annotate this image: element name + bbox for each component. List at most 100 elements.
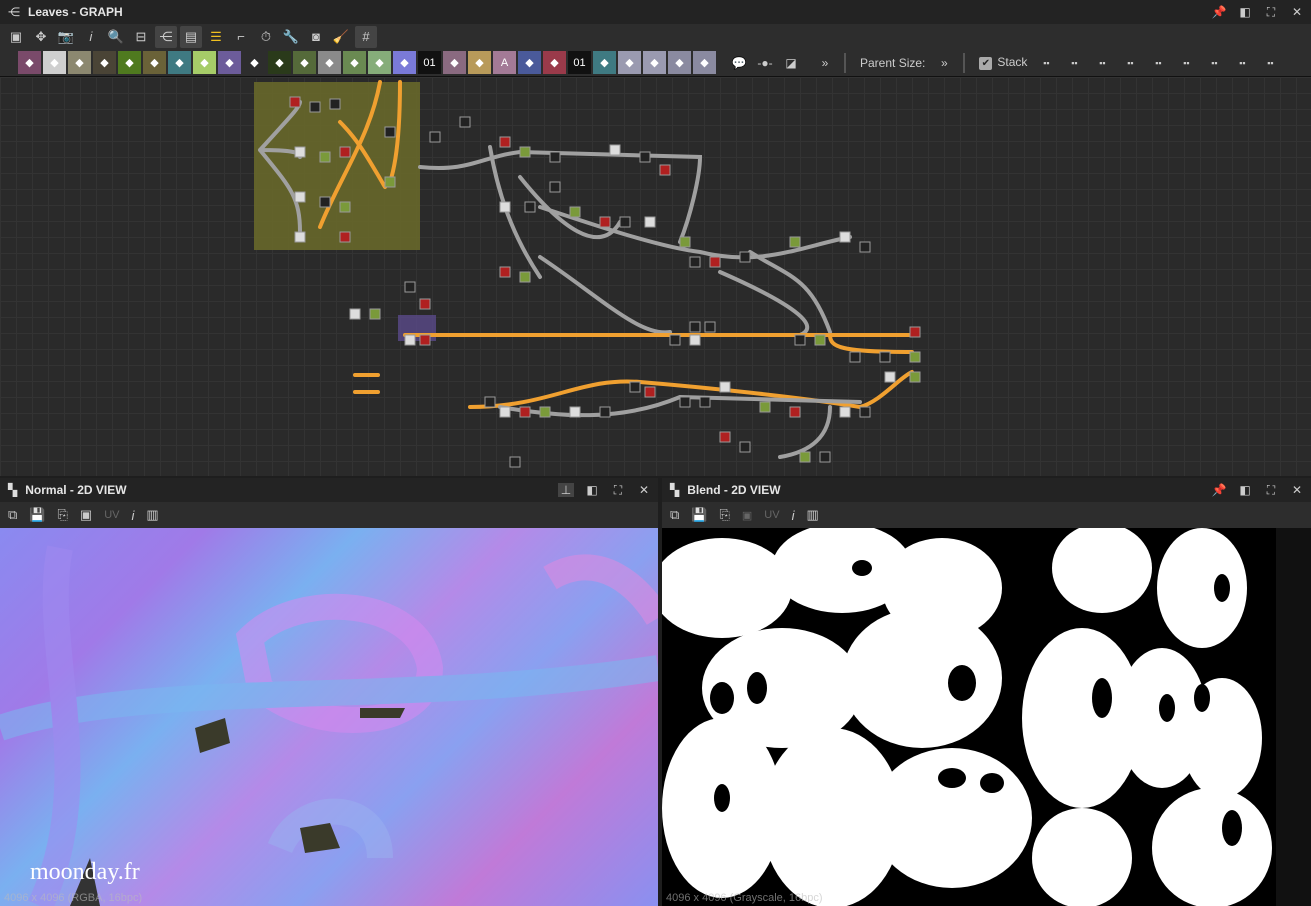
maximize-icon[interactable]: ⛶ [610, 483, 626, 498]
distribute-h-icon[interactable]: ▪▪ [1203, 58, 1225, 68]
graph-node[interactable] [499, 406, 511, 418]
graph-node[interactable] [859, 406, 871, 418]
graph-node[interactable] [909, 326, 921, 338]
graph-node[interactable] [679, 236, 691, 248]
graph-node[interactable] [739, 441, 751, 453]
graph-node[interactable] [719, 381, 731, 393]
warp-icon[interactable]: ◆ [168, 51, 191, 74]
pin-icon[interactable]: ⊥ [558, 483, 574, 497]
uniform-color-icon[interactable]: ◆ [68, 51, 91, 74]
graph-node[interactable] [319, 196, 331, 208]
zoom-1to1-icon[interactable]: ✥ [30, 26, 52, 48]
graph-node[interactable] [499, 201, 511, 213]
align-middle-icon[interactable]: ▪▪ [1147, 58, 1169, 68]
stack-checkbox[interactable]: ✔ Stack [979, 55, 1027, 70]
text-icon[interactable]: A [493, 51, 516, 74]
bitmap-icon[interactable]: ◆ [18, 51, 41, 74]
graph-node[interactable] [499, 136, 511, 148]
graph-node[interactable] [419, 298, 431, 310]
graph-node[interactable] [549, 181, 561, 193]
graph-node[interactable] [294, 231, 306, 243]
search-icon[interactable]: 🔍 [105, 26, 127, 48]
info-icon[interactable]: i [131, 508, 134, 523]
graph-node[interactable] [599, 406, 611, 418]
graph-node[interactable] [659, 164, 671, 176]
graph-node[interactable] [799, 451, 811, 463]
frame-icon[interactable]: ▤ [180, 25, 202, 48]
graph-node[interactable] [909, 351, 921, 363]
output-icon[interactable]: ◆ [643, 51, 666, 74]
fill-icon[interactable]: ◆ [543, 51, 566, 74]
grid-snap-icon[interactable]: # [355, 25, 377, 48]
align-bottom-icon[interactable]: ▪▪ [1175, 58, 1197, 68]
graph-node[interactable] [524, 201, 536, 213]
save-icon[interactable]: 💾 [691, 507, 707, 523]
fx-value-icon[interactable]: 01 [568, 51, 591, 74]
graph-node[interactable] [309, 101, 321, 113]
float-icon[interactable]: ◧ [1237, 5, 1253, 19]
graph-node[interactable] [909, 371, 921, 383]
graph-node[interactable] [689, 334, 701, 346]
graph-node[interactable] [699, 396, 711, 408]
graph-node[interactable] [669, 334, 681, 346]
tile-icon[interactable]: ◆ [243, 51, 266, 74]
input-icon[interactable]: ◆ [618, 51, 641, 74]
graph-node[interactable] [814, 334, 826, 346]
graph-link-icon[interactable]: ◪ [780, 56, 802, 70]
graph-node[interactable] [704, 321, 716, 333]
save-icon[interactable]: 💾 [29, 507, 45, 523]
graph-node[interactable] [879, 351, 891, 363]
graph-node[interactable] [569, 206, 581, 218]
graph-node[interactable] [509, 456, 521, 468]
camera-icon[interactable]: 📷 [55, 26, 77, 48]
spline-icon[interactable]: ◆ [443, 51, 466, 74]
close-icon[interactable]: ✕ [636, 483, 652, 497]
graph-node[interactable] [629, 381, 641, 393]
graph-node[interactable] [759, 401, 771, 413]
close-icon[interactable]: ✕ [1289, 483, 1305, 497]
shuffle-icon[interactable]: ◆ [93, 51, 116, 74]
graph-icon[interactable]: ⋲ [155, 25, 177, 48]
graph-node[interactable] [499, 266, 511, 278]
align-center-icon[interactable]: ▪▪ [1063, 58, 1085, 68]
wrench-icon[interactable]: 🔧 [280, 26, 302, 48]
histogram-icon[interactable]: ◆ [368, 51, 391, 74]
switch-icon[interactable]: ◆ [318, 51, 341, 74]
frame-node-icon[interactable]: ◆ [693, 51, 716, 74]
gradient-icon[interactable]: ◆ [193, 51, 216, 74]
uv-dropdown[interactable]: UV [104, 509, 119, 521]
graph-node[interactable] [339, 201, 351, 213]
graph-node[interactable] [549, 151, 561, 163]
graph-node[interactable] [859, 241, 871, 253]
close-icon[interactable]: ✕ [1289, 5, 1305, 19]
graph-node[interactable] [519, 146, 531, 158]
blend-icon[interactable]: ◆ [268, 51, 291, 74]
fit-icon[interactable]: ▣ [5, 26, 27, 48]
graph-node[interactable] [459, 116, 471, 128]
graph-node[interactable] [294, 146, 306, 158]
comment-icon[interactable]: 💬 [728, 56, 750, 70]
graph-node[interactable] [789, 236, 801, 248]
hsl-icon[interactable]: ◆ [393, 51, 416, 74]
graph-node[interactable] [369, 308, 381, 320]
preview-icon[interactable]: ◙ [305, 26, 327, 48]
float-icon[interactable]: ◧ [584, 483, 600, 497]
graph-node[interactable] [619, 216, 631, 228]
align-top-icon[interactable]: ▪▪ [1119, 58, 1141, 68]
list-icon[interactable]: ☰ [205, 26, 227, 48]
maximize-icon[interactable]: ⛶ [1263, 5, 1279, 20]
pin-icon[interactable]: 📌 [1211, 5, 1227, 19]
graph-node[interactable] [539, 406, 551, 418]
graph-node[interactable] [639, 151, 651, 163]
dot-icon[interactable]: -●- [754, 56, 776, 70]
graph-node[interactable] [289, 96, 301, 108]
transform-icon[interactable]: ◆ [343, 51, 366, 74]
snap-icon[interactable]: ▪▪ [1259, 58, 1281, 68]
graph-node[interactable] [884, 371, 896, 383]
align-left-icon[interactable]: ▪▪ [1035, 58, 1057, 68]
graph-node[interactable] [609, 144, 621, 156]
graph-node[interactable] [719, 431, 731, 443]
graph-node[interactable] [849, 351, 861, 363]
graph-node[interactable] [519, 406, 531, 418]
levels-icon[interactable]: ◆ [143, 51, 166, 74]
